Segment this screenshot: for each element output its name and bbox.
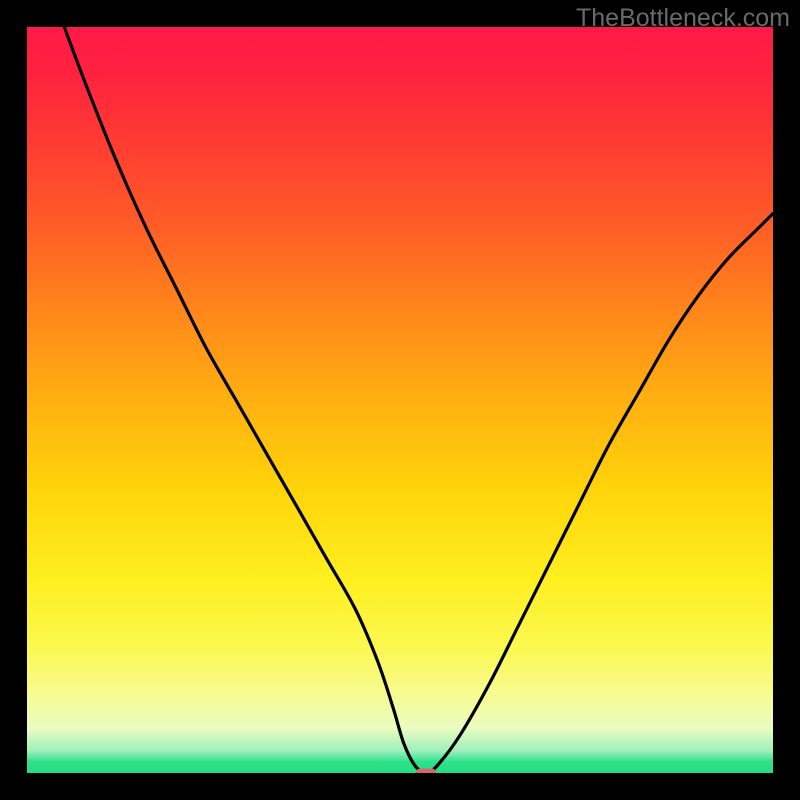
optimal-point-marker <box>416 769 436 774</box>
chart-frame: TheBottleneck.com <box>0 0 800 800</box>
bottleneck-curve <box>27 27 773 773</box>
plot-area <box>27 27 773 773</box>
